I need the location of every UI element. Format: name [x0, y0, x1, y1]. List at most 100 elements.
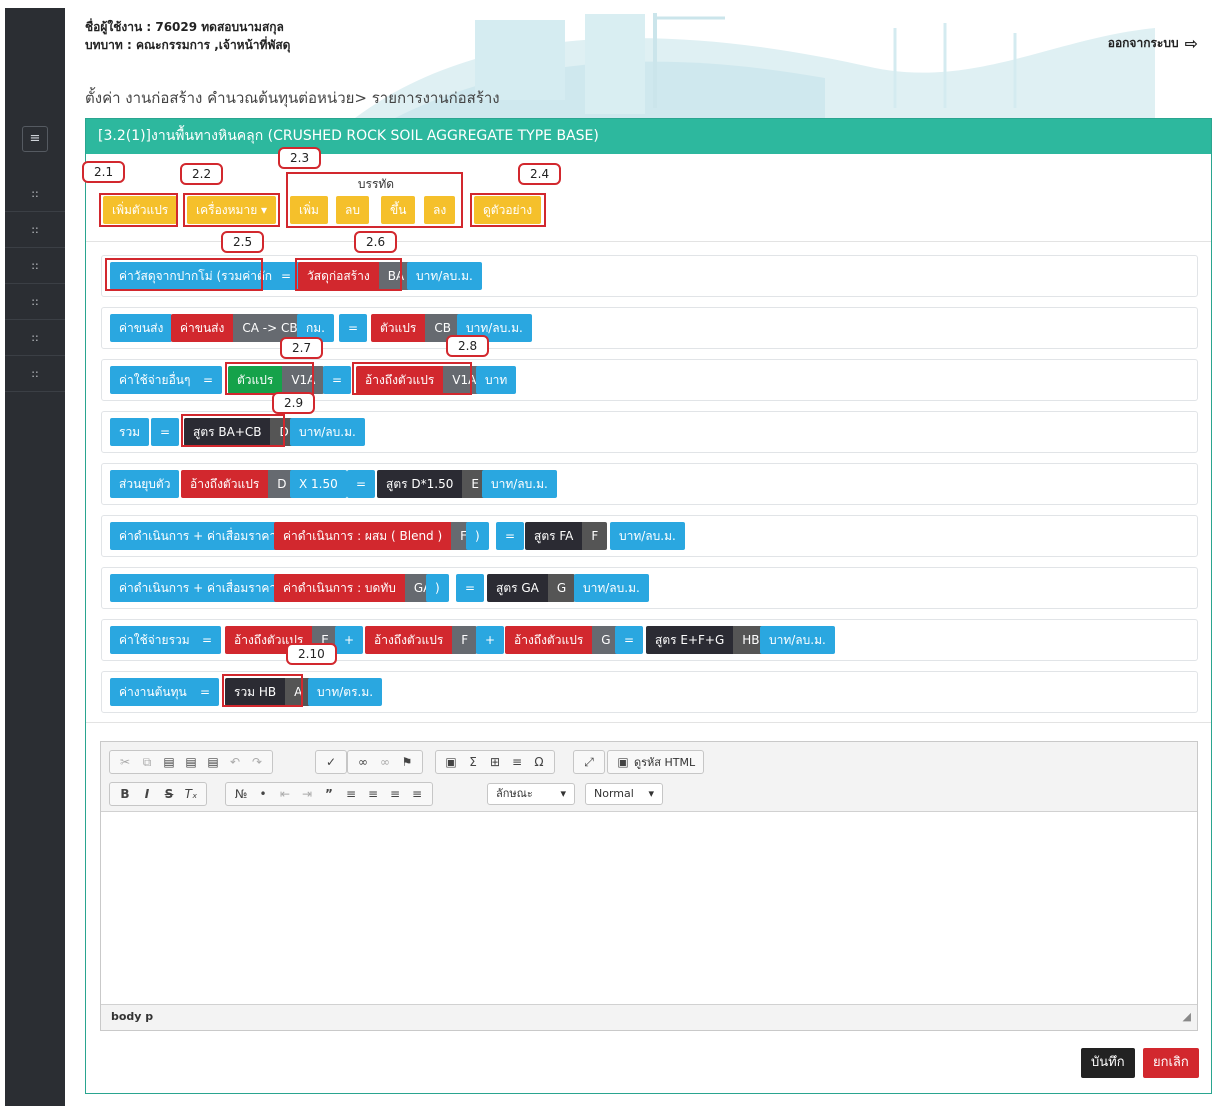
item-label-operation-compact[interactable]: ค่าดำเนินการ + ค่าเสื่อมราคา (	[110, 574, 294, 602]
paste-word-icon[interactable]: ▤	[204, 752, 222, 772]
unit-label[interactable]: บาท	[476, 366, 517, 394]
sidebar-item-3[interactable]: ::	[5, 248, 65, 284]
equals-op[interactable]: =	[323, 366, 352, 394]
align-right-icon[interactable]: ≡	[386, 784, 404, 804]
resize-handle-icon[interactable]: ◢	[1183, 1005, 1191, 1029]
sign-out-icon: ⇨	[1184, 34, 1198, 53]
redo-icon[interactable]: ↷	[248, 752, 266, 772]
unit-label[interactable]: บาท/ตร.ม.	[308, 678, 383, 706]
editor-content-area[interactable]	[101, 812, 1197, 1004]
row-up-button[interactable]: ขึ้น	[381, 196, 416, 224]
operation-blend-variable[interactable]: ค่าดำเนินการ : ผสม ( Blend )FA	[274, 522, 484, 550]
item-label-shrink[interactable]: ส่วนยุบตัว	[110, 470, 180, 498]
spellcheck-icon[interactable]: ✓	[322, 752, 340, 772]
sidebar: ≡ :: :: :: :: :: ::	[5, 8, 65, 1106]
formula-hb[interactable]: สูตร E+F+G HB	[646, 626, 769, 654]
unit-label[interactable]: บาท/ลบ.ม.	[610, 522, 685, 550]
unit-label[interactable]: บาท/ลบ.ม.	[407, 262, 482, 290]
ref-variable-d-label: อ้างถึงตัวแปร	[181, 470, 269, 498]
source-group[interactable]: ▣ ดูรหัส HTML	[607, 750, 705, 774]
bold-icon[interactable]: B	[116, 784, 134, 804]
save-button[interactable]: บันทึก	[1081, 1048, 1135, 1078]
formula-panel: [3.2(1)]งานพื้นทางหินคลุก (CRUSHED ROCK …	[82, 118, 1212, 1094]
formula-f[interactable]: สูตร FA F	[525, 522, 608, 550]
close-paren[interactable]: )	[426, 574, 449, 602]
special-char-icon[interactable]: Ω	[530, 752, 548, 772]
sidebar-item-1[interactable]: ::	[5, 176, 65, 212]
horizontal-line-icon[interactable]: ≡	[508, 752, 526, 772]
highlight-2-2	[183, 193, 280, 227]
undo-icon[interactable]: ↶	[226, 752, 244, 772]
indent-icon[interactable]: ⇥	[298, 784, 316, 804]
operation-compact-variable[interactable]: ค่าดำเนินการ : บดทับ GA	[274, 574, 441, 602]
ref-variable-f[interactable]: อ้างถึงตัวแปร F	[365, 626, 478, 654]
plus-op[interactable]: +	[335, 626, 364, 654]
equals-op[interactable]: =	[194, 366, 223, 394]
numbered-list-icon[interactable]: №	[232, 784, 250, 804]
align-center-icon[interactable]: ≡	[364, 784, 382, 804]
anchor-flag-icon[interactable]: ⚑	[398, 752, 416, 772]
equals-op[interactable]: =	[191, 678, 220, 706]
sidebar-item-5[interactable]: ::	[5, 320, 65, 356]
item-label-total-cost[interactable]: ค่าใช้จ่ายรวม	[110, 626, 199, 654]
item-label-base-cost[interactable]: ค่างานต้นทุน	[110, 678, 196, 706]
size-select[interactable]: Normal ▾	[585, 783, 663, 805]
menu-icon[interactable]: ≡	[22, 126, 48, 152]
maximize-icon[interactable]: ⤢	[580, 752, 598, 772]
unlink-icon[interactable]: ∞	[376, 752, 394, 772]
equals-op[interactable]: =	[193, 626, 222, 654]
ref-variable-g[interactable]: อ้างถึงตัวแปร G	[505, 626, 620, 654]
paste-icon[interactable]: ▤	[160, 752, 178, 772]
item-label-sum[interactable]: รวม	[110, 418, 150, 446]
ref-variable-d[interactable]: อ้างถึงตัวแปร D	[181, 470, 296, 498]
sidebar-item-2[interactable]: ::	[5, 212, 65, 248]
row-delete-button[interactable]: ลบ	[336, 196, 369, 224]
image-icon[interactable]: ▣	[442, 752, 460, 772]
item-label-other[interactable]: ค่าใช้จ่ายอื่นๆ	[110, 366, 200, 394]
source-label: ดูรหัส HTML	[634, 756, 696, 769]
user-info: ชื่อผู้ใช้งาน : 76029 ทดสอบนามสกุล	[85, 20, 284, 34]
row-down-button[interactable]: ลง	[424, 196, 456, 224]
formula-e[interactable]: สูตร D*1.50 E	[377, 470, 488, 498]
equals-op[interactable]: =	[339, 314, 368, 342]
strike-icon[interactable]: S	[160, 784, 178, 804]
multiplier-label[interactable]: X 1.50	[290, 470, 347, 498]
cancel-button[interactable]: ยกเลิก	[1143, 1048, 1199, 1078]
unit-label[interactable]: บาท/ลบ.ม.	[760, 626, 835, 654]
copy-icon[interactable]: ⧉	[138, 752, 156, 772]
highlight-2-8	[352, 362, 472, 395]
outdent-icon[interactable]: ⇤	[276, 784, 294, 804]
align-left-icon[interactable]: ≡	[342, 784, 360, 804]
sidebar-item-4[interactable]: ::	[5, 284, 65, 320]
blockquote-icon[interactable]: ”	[320, 784, 338, 804]
close-paren[interactable]: )	[466, 522, 489, 550]
cut-icon[interactable]: ✂	[116, 752, 134, 772]
remove-format-icon[interactable]: Tₓ	[182, 784, 200, 804]
unit-label[interactable]: บาท/ลบ.ม.	[574, 574, 649, 602]
item-label-operation-blend[interactable]: ค่าดำเนินการ + ค่าเสื่อมราคา (	[110, 522, 294, 550]
table-icon[interactable]: ⊞	[486, 752, 504, 772]
equals-op[interactable]: =	[496, 522, 525, 550]
sidebar-item-6[interactable]: ::	[5, 356, 65, 392]
equals-op[interactable]: =	[347, 470, 376, 498]
rich-text-editor: ✂ ⧉ ▤ ▤ ▤ ↶ ↷ ✓ ∞ ∞ ⚑ ▣ Σ ⊞ ≡ Ω ⤢ ▣ ดูรห…	[100, 741, 1198, 1031]
element-path[interactable]: body p	[111, 1010, 153, 1023]
unit-label[interactable]: บาท/ลบ.ม.	[482, 470, 557, 498]
formula-g[interactable]: สูตร GA G	[487, 574, 576, 602]
unit-label[interactable]: บาท/ลบ.ม.	[290, 418, 365, 446]
item-label-transport[interactable]: ค่าขนส่ง	[110, 314, 173, 342]
style-select[interactable]: ลักษณะ ▾	[487, 783, 575, 805]
variable-cb-label: ตัวแปร	[371, 314, 426, 342]
paste-text-icon[interactable]: ▤	[182, 752, 200, 772]
link-icon[interactable]: ∞	[354, 752, 372, 772]
formula-sigma-icon[interactable]: Σ	[464, 752, 482, 772]
bullet-list-icon[interactable]: •	[254, 784, 272, 804]
equals-op[interactable]: =	[456, 574, 485, 602]
align-justify-icon[interactable]: ≡	[408, 784, 426, 804]
logout-link[interactable]: ออกจากระบบ ⇨	[1108, 34, 1198, 53]
equals-op[interactable]: =	[615, 626, 644, 654]
plus-op[interactable]: +	[476, 626, 505, 654]
equals-op[interactable]: =	[151, 418, 180, 446]
italic-icon[interactable]: I	[138, 784, 156, 804]
row-add-button[interactable]: เพิ่ม	[290, 196, 328, 224]
